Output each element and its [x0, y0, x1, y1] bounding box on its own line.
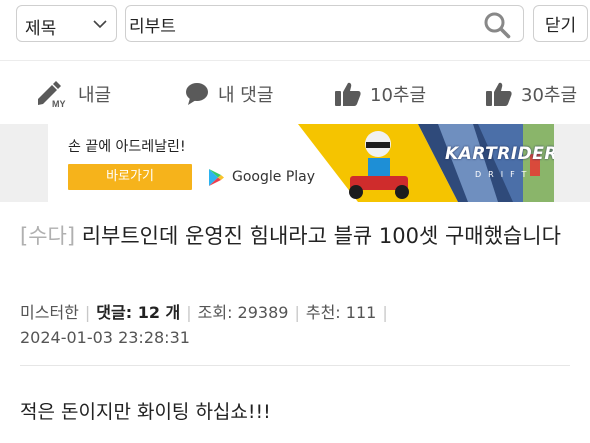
ad-brand: KARTRIDER	[445, 144, 554, 164]
meta-divider: |	[382, 303, 388, 322]
post-title: [수다] 리부트인데 운영진 힘내라고 블큐 100셋 구매했습니다	[20, 220, 580, 253]
nav-my-posts[interactable]: MY 내글	[36, 79, 111, 109]
google-play-icon	[209, 169, 224, 186]
post-author[interactable]: 미스터한	[20, 303, 79, 322]
content-divider	[20, 365, 570, 366]
post-views: 조회: 29389	[197, 303, 289, 322]
search-box	[125, 5, 524, 42]
ad-cta-button[interactable]: 바로가기	[68, 164, 192, 190]
nav-top10[interactable]: 10추글	[334, 79, 426, 109]
board-nav: MY 내글 내 댓글 10추글 30추글	[0, 60, 590, 124]
search-field-select[interactable]: 제목	[16, 5, 117, 42]
post-body: 적은 돈이지만 화이팅 하십쇼!!!	[20, 401, 271, 423]
thumbs-up-icon	[335, 82, 361, 106]
post-meta: 미스터한 | 댓글: 12 개 | 조회: 29389 | 추천: 111 |	[20, 299, 580, 323]
nav-top30-label: 30추글	[521, 85, 578, 106]
search-icon[interactable]	[483, 11, 511, 39]
comment-icon	[186, 83, 208, 105]
nav-my-comments-label: 내 댓글	[218, 85, 274, 106]
ad-banner-area: 손 끝에 아드레날린! 바로가기 Google Play KARTRIDER D…	[0, 124, 590, 202]
search-field-label: 제목	[25, 19, 57, 39]
post-category[interactable]: [수다]	[20, 224, 75, 248]
meta-divider: |	[84, 303, 91, 322]
ad-tagline: 손 끝에 아드레날린!	[68, 139, 186, 155]
chevron-down-icon	[93, 20, 107, 29]
post-comments-count[interactable]: 댓글: 12 개	[96, 303, 180, 322]
close-button[interactable]: 닫기	[533, 5, 588, 42]
post-likes: 추천: 111	[305, 303, 377, 322]
ad-banner[interactable]: 손 끝에 아드레날린! 바로가기 Google Play KARTRIDER D…	[48, 124, 554, 202]
thumbs-up-icon	[486, 82, 512, 106]
meta-divider: |	[294, 303, 300, 322]
my-badge: MY	[52, 99, 66, 109]
search-input[interactable]	[129, 10, 469, 38]
nav-top10-label: 10추글	[370, 85, 427, 106]
meta-divider: |	[186, 303, 192, 322]
post-datetime: 2024-01-03 23:28:31	[20, 328, 190, 347]
ad-brand-sub: DRIFT	[475, 170, 534, 179]
search-bar: 제목 닫기	[0, 0, 590, 60]
post-title-text: 리부트인데 운영진 힘내라고 블큐 100셋 구매했습니다	[81, 224, 561, 248]
nav-my-posts-label: 내글	[78, 85, 112, 106]
nav-top30[interactable]: 30추글	[485, 79, 577, 109]
nav-my-comments[interactable]: 내 댓글	[184, 79, 273, 109]
my-posts-icon: MY	[38, 81, 66, 109]
